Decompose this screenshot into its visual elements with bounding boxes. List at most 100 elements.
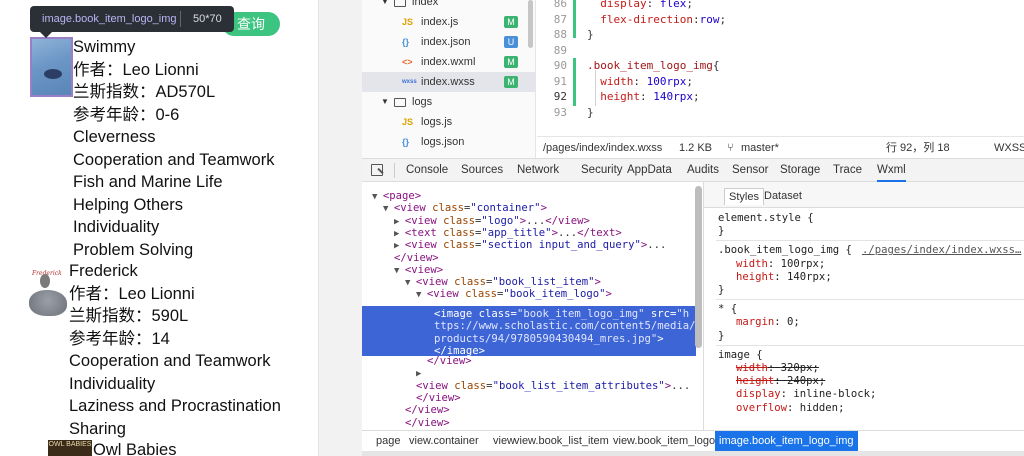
- tree-item-logs-json[interactable]: {} logs.json: [362, 132, 535, 152]
- cover-mouse-drawing: [40, 274, 50, 288]
- css-declaration[interactable]: overflow: hidden;: [736, 402, 844, 415]
- code-line[interactable]: .book_item_logo_img{: [587, 58, 719, 73]
- tree-item-label: index.js: [421, 16, 459, 28]
- breadcrumb-item[interactable]: view: [493, 431, 515, 451]
- dom-token: class: [432, 202, 465, 215]
- tree-item-index-json[interactable]: {} index.json U: [362, 32, 535, 52]
- dom-node-row[interactable]: ▶ <text class="app_title">...</text>: [394, 226, 703, 240]
- tree-item-index-js[interactable]: JS index.js M: [362, 12, 535, 32]
- css-declaration[interactable]: width: 100rpx;: [736, 258, 825, 271]
- tab-trace[interactable]: Trace: [833, 159, 862, 181]
- css-declaration[interactable]: margin: 0;: [736, 316, 800, 329]
- panel-divider[interactable]: [318, 0, 362, 456]
- dom-node-row[interactable]: ▶ <view class="section input_and_query">…: [394, 239, 703, 252]
- dom-token: </view>: [405, 404, 450, 417]
- dom-node-row[interactable]: ▼ <page>: [372, 190, 703, 203]
- expand-triangle-icon[interactable]: ▼: [394, 266, 405, 276]
- expand-triangle-icon[interactable]: ▼: [416, 290, 427, 300]
- inspect-element-icon[interactable]: [371, 164, 383, 176]
- collapse-triangle-icon[interactable]: ▶: [394, 217, 405, 227]
- breadcrumb-item[interactable]: view.book_list_item: [514, 431, 609, 451]
- dom-node-row[interactable]: ▼ <view>: [394, 264, 703, 277]
- dom-node-row[interactable]: <view class="book_list_item_attributes">…: [416, 380, 703, 392]
- tab-security[interactable]: Security: [581, 159, 623, 181]
- code-line[interactable]: display: flex;: [587, 0, 693, 11]
- tab-storage[interactable]: Storage: [780, 159, 820, 181]
- dom-token: </view>: [416, 391, 461, 404]
- book-cover-image[interactable]: OWL BABIES: [48, 440, 92, 456]
- file-tree-scrollbar[interactable]: [528, 0, 533, 48]
- css-declaration[interactable]: height: 240px;: [736, 375, 825, 388]
- css-source-link[interactable]: ./pages/index/index.wxss…: [862, 244, 1021, 256]
- status-branch[interactable]: master*: [741, 137, 779, 159]
- css-colon: :: [774, 270, 788, 283]
- expand-triangle-icon[interactable]: ▼: [372, 192, 383, 202]
- code-line[interactable]: }: [587, 27, 594, 42]
- dom-node-row[interactable]: </view>: [405, 417, 703, 429]
- breadcrumb-item[interactable]: page: [376, 431, 400, 451]
- wxss-file-icon: wxss: [402, 79, 417, 85]
- css-rule-selector[interactable]: * {: [718, 303, 737, 316]
- css-rule-selector[interactable]: element.style {: [718, 212, 814, 225]
- tree-item-logs[interactable]: ▼ logs: [362, 92, 535, 112]
- tree-item-index[interactable]: ▼ index: [362, 0, 535, 12]
- code-token: :: [633, 74, 647, 88]
- status-file-path[interactable]: /pages/index/index.wxss: [543, 137, 662, 159]
- dom-node-row[interactable]: </view>: [394, 252, 703, 264]
- code-line[interactable]: }: [587, 105, 594, 120]
- chevron-down-icon[interactable]: ▼: [381, 0, 389, 12]
- code-token: }: [587, 105, 594, 119]
- css-colon: :: [774, 375, 788, 388]
- elements-scrollbar[interactable]: [695, 186, 702, 348]
- expand-triangle-icon[interactable]: ▼: [405, 278, 416, 288]
- tab-styles[interactable]: Styles: [724, 188, 764, 205]
- tree-item-logs-js[interactable]: JS logs.js: [362, 112, 535, 132]
- status-language[interactable]: WXSS: [994, 137, 1024, 159]
- tree-item-index-wxml[interactable]: <> index.wxml M: [362, 52, 535, 72]
- dom-node-row[interactable]: ▼ <view class="container">: [383, 202, 703, 215]
- dom-node-row[interactable]: </view>: [427, 355, 703, 367]
- selected-element-node[interactable]: <image class="book_item_logo_img" src="h…: [362, 306, 696, 357]
- breadcrumb-item[interactable]: view.container: [409, 431, 479, 451]
- dom-token: class: [443, 226, 476, 239]
- tab-network[interactable]: Network: [517, 159, 559, 181]
- breadcrumb-item[interactable]: view.book_item_logo: [613, 431, 715, 451]
- breadcrumb-item[interactable]: image.book_item_logo_img: [715, 431, 858, 451]
- dom-node-row[interactable]: ▼ <view class="book_item_logo">: [416, 288, 703, 301]
- css-rule-selector[interactable]: image {: [718, 349, 763, 362]
- dom-node-row[interactable]: ▼ <view class="book_list_item">: [405, 276, 703, 289]
- tree-item-label: index.wxss: [421, 76, 475, 88]
- dom-node-row[interactable]: ▶: [416, 367, 703, 380]
- tab-dataset[interactable]: Dataset: [760, 188, 806, 204]
- code-line[interactable]: flex-direction:row;: [587, 12, 726, 27]
- expand-triangle-icon[interactable]: ▼: [383, 204, 394, 214]
- code-line[interactable]: height: 140rpx;: [587, 89, 699, 104]
- status-cursor-position[interactable]: 行 92，列 18: [886, 137, 950, 159]
- tab-audits[interactable]: Audits: [687, 159, 719, 181]
- dom-node-row[interactable]: </view>: [416, 391, 703, 404]
- collapse-triangle-icon[interactable]: ▶: [394, 241, 405, 251]
- tab-wxml[interactable]: Wxml: [877, 159, 906, 182]
- code-editor[interactable]: 86 87 88 89 90 91 92 93 display: flex; flex-dir…: [537, 0, 1024, 136]
- book-cover-image[interactable]: Frederick: [26, 262, 68, 322]
- css-declaration[interactable]: height: 140rpx;: [736, 271, 832, 284]
- css-declaration[interactable]: width: 320px;: [736, 362, 819, 375]
- css-declaration[interactable]: display: inline-block;: [736, 388, 876, 401]
- folder-icon: [394, 98, 406, 107]
- css-rule-selector[interactable]: .book_item_logo_img {./pages/index/index…: [718, 244, 1021, 257]
- book-cover-image[interactable]: [30, 37, 73, 97]
- tab-console[interactable]: Console: [406, 159, 448, 181]
- code-token: {: [712, 59, 720, 72]
- css-colon: :: [787, 401, 800, 414]
- tab-appdata[interactable]: AppData: [627, 159, 672, 181]
- collapse-triangle-icon[interactable]: ▶: [394, 229, 405, 239]
- dom-node-row[interactable]: ▶ <view class="logo">...</view>: [394, 215, 703, 228]
- css-colon: :: [774, 316, 788, 329]
- collapse-triangle-icon[interactable]: ▶: [416, 369, 421, 379]
- tab-sources[interactable]: Sources: [461, 159, 503, 181]
- tab-sensor[interactable]: Sensor: [732, 159, 768, 181]
- dom-node-row[interactable]: </view>: [405, 404, 703, 417]
- code-line[interactable]: width: 100rpx;: [587, 74, 693, 89]
- chevron-down-icon[interactable]: ▼: [381, 92, 389, 112]
- tree-item-index-wxss[interactable]: wxss index.wxss M: [362, 72, 535, 92]
